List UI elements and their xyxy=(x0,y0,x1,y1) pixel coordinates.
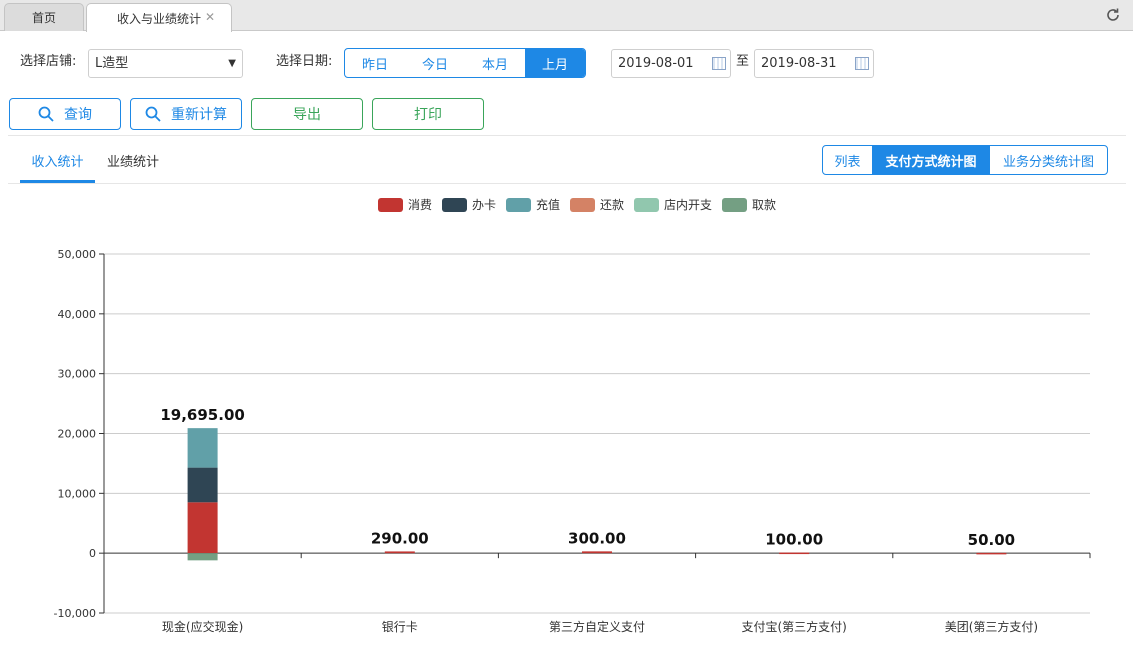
store-label: 选择店铺: xyxy=(20,54,77,69)
legend-swatch xyxy=(506,197,531,212)
tab-home-label: 首页 xyxy=(31,11,56,25)
store-select[interactable]: L造型 ▼ xyxy=(88,49,243,78)
bar-total-label: 290.00 xyxy=(371,529,429,547)
start-date-input[interactable]: 2019-08-01 xyxy=(611,49,731,78)
close-icon[interactable]: ✕ xyxy=(205,10,215,24)
store-select-value: L造型 xyxy=(95,56,129,71)
date-option-today[interactable]: 今日 xyxy=(405,49,465,77)
legend-swatch xyxy=(634,197,659,212)
tab-home[interactable]: 首页 xyxy=(4,3,84,31)
legend-item[interactable]: 店内开支 xyxy=(634,196,712,213)
print-button[interactable]: 打印 xyxy=(372,98,484,130)
bar-segment xyxy=(779,552,810,555)
legend-item[interactable]: 充值 xyxy=(506,196,560,213)
tab-income-stats[interactable]: 收入统计 xyxy=(20,150,95,183)
search-icon xyxy=(145,106,161,122)
date-label: 选择日期: xyxy=(276,54,333,69)
bar-segment xyxy=(582,551,612,554)
start-date-value: 2019-08-01 xyxy=(618,56,694,71)
recalculate-button[interactable]: 重新计算 xyxy=(130,98,242,130)
calendar-icon[interactable] xyxy=(712,57,726,70)
search-icon xyxy=(38,106,54,122)
bar-segment xyxy=(187,428,218,468)
legend-swatch xyxy=(570,197,595,212)
bar-segment xyxy=(187,467,218,503)
end-date-value: 2019-08-31 xyxy=(761,56,837,71)
legend-label: 还款 xyxy=(600,198,625,212)
date-option-this-month[interactable]: 本月 xyxy=(465,49,525,77)
legend-label: 取款 xyxy=(752,198,777,212)
y-tick-label: 20,000 xyxy=(58,428,97,441)
bar-total-label: 50.00 xyxy=(968,531,1015,549)
end-date-input[interactable]: 2019-08-31 xyxy=(754,49,874,78)
y-tick-label: -10,000 xyxy=(54,607,96,620)
legend-swatch xyxy=(378,197,403,212)
export-button[interactable]: 导出 xyxy=(251,98,363,130)
y-tick-label: 40,000 xyxy=(58,308,97,321)
legend-label: 充值 xyxy=(536,198,561,212)
print-button-label: 打印 xyxy=(414,107,442,123)
legend-item[interactable]: 消费 xyxy=(378,196,432,213)
chevron-down-icon: ▼ xyxy=(228,58,236,69)
bar-total-label: 100.00 xyxy=(765,531,823,549)
x-tick-label: 现金(应交现金) xyxy=(162,619,243,634)
bar-segment xyxy=(187,502,218,554)
bar-segment xyxy=(187,553,218,561)
x-tick-label: 美团(第三方支付) xyxy=(945,619,1038,634)
bar-segment xyxy=(384,551,415,554)
tab-bar: 首页 收入与业绩统计 ✕ xyxy=(0,0,1133,32)
divider xyxy=(8,183,1126,184)
tab-income-performance[interactable]: 收入与业绩统计 ✕ xyxy=(86,3,232,32)
to-label: 至 xyxy=(736,54,750,69)
view-option-category-chart[interactable]: 业务分类统计图 xyxy=(989,146,1107,174)
legend-swatch xyxy=(722,197,747,212)
query-button-label: 查询 xyxy=(64,107,92,123)
recalculate-button-label: 重新计算 xyxy=(171,107,227,123)
date-range-selector: 昨日 今日 本月 上月 xyxy=(344,48,586,78)
legend-label: 店内开支 xyxy=(664,198,713,212)
tab-performance-stats[interactable]: 业绩统计 xyxy=(107,150,159,183)
x-tick-label: 支付宝(第三方支付) xyxy=(742,619,847,634)
y-tick-label: 30,000 xyxy=(58,368,97,381)
divider xyxy=(8,135,1126,136)
bar-segment xyxy=(976,552,1007,555)
tab-active-label: 收入与业绩统计 xyxy=(116,11,201,26)
legend-item[interactable]: 办卡 xyxy=(442,196,496,213)
date-option-yesterday[interactable]: 昨日 xyxy=(345,49,405,77)
view-selector: 列表 支付方式统计图 业务分类统计图 xyxy=(822,145,1108,175)
legend-label: 消费 xyxy=(408,198,433,212)
legend-item[interactable]: 取款 xyxy=(722,196,776,213)
view-option-payment-chart[interactable]: 支付方式统计图 xyxy=(872,146,989,174)
legend-item[interactable]: 还款 xyxy=(570,196,624,213)
date-option-last-month[interactable]: 上月 xyxy=(525,49,585,77)
legend-label: 办卡 xyxy=(472,198,497,212)
y-tick-label: 10,000 xyxy=(58,487,97,500)
legend-swatch xyxy=(442,197,467,212)
query-button[interactable]: 查询 xyxy=(9,98,121,130)
x-tick-label: 第三方自定义支付 xyxy=(549,619,645,634)
bar-total-label: 19,695.00 xyxy=(160,406,244,424)
y-tick-label: 50,000 xyxy=(58,248,97,261)
view-option-list[interactable]: 列表 xyxy=(823,146,872,174)
export-button-label: 导出 xyxy=(293,107,321,123)
chart-legend: 消费 办卡 充值 还款 店内开支 取款 xyxy=(0,196,1133,216)
x-tick-label: 银行卡 xyxy=(382,620,418,634)
calendar-icon[interactable] xyxy=(855,57,869,70)
refresh-icon[interactable] xyxy=(1105,7,1121,23)
bar-total-label: 300.00 xyxy=(568,529,626,547)
y-tick-label: 0 xyxy=(89,547,96,560)
